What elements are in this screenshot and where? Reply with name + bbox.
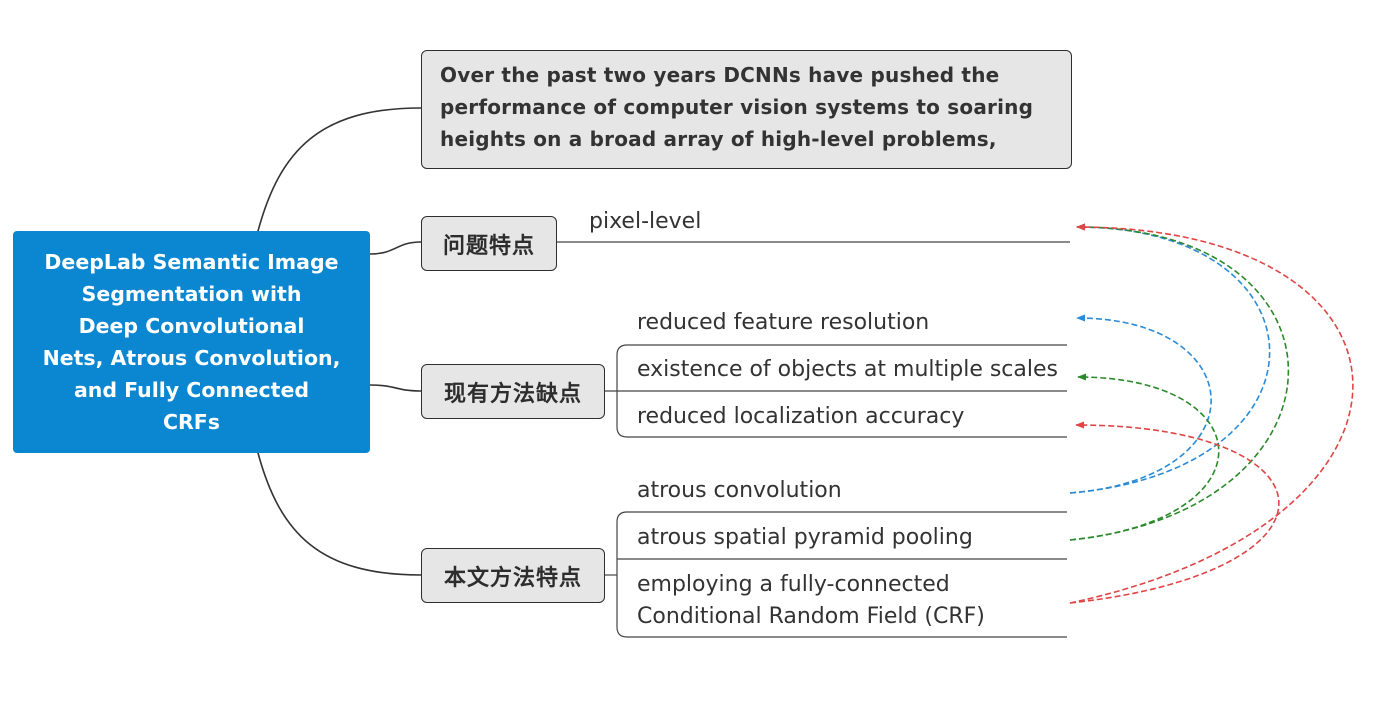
intro-topic[interactable]: Over the past two years DCNNs have pushe… [421,50,1072,169]
connector-central-to-branch-2 [257,452,422,576]
subtopic-text: Conditional Random Field (CRF) [637,604,985,629]
relationship-crf-to-localization-accuracy [1069,421,1280,604]
branch-topic-existing-method-drawbacks[interactable]: 现有方法缺点 [421,364,605,419]
central-topic-line: Deep Convolutional [78,314,305,338]
connector-central-to-branch-1 [369,384,422,392]
branch-topic-paper-method-features[interactable]: 本文方法特点 [421,548,605,603]
branch-topic-label: 本文方法特点 [443,565,582,591]
connector-central-to-branch-0 [369,241,422,255]
central-topic-line: DeepLab Semantic Image [44,250,339,274]
subtopic-multiple-scales[interactable]: existence of objects at multiple scales [637,354,1058,386]
central-topic-line: Nets, Atrous Convolution, [42,346,341,370]
intro-topic-line: Over the past two years DCNNs have pushe… [440,63,1000,87]
central-topic-line: Segmentation with [81,282,302,306]
relationship-aspp-to-pixel-level [1069,223,1290,541]
subtopic-fully-connected-crf[interactable]: employing a fully-connected Conditional … [637,569,985,633]
subtopic-text: pixel-level [589,209,702,234]
subtopic-text: existence of objects at multiple scales [637,357,1058,382]
subtopic-reduced-localization-accuracy[interactable]: reduced localization accuracy [637,401,964,433]
subtopic-atrous-convolution[interactable]: atrous convolution [637,475,842,507]
subtopic-text: reduced feature resolution [637,310,930,335]
subtopic-text: reduced localization accuracy [637,404,965,429]
subtopic-atrous-spatial-pyramid-pooling[interactable]: atrous spatial pyramid pooling [637,522,973,554]
central-topic[interactable]: DeepLab Semantic Image Segmentation with… [13,231,370,453]
branch-topic-label: 问题特点 [442,233,535,259]
central-topic-line: CRFs [162,410,221,434]
subtopic-text: employing a fully-connected [637,572,950,597]
relationship-crf-to-pixel-level [1069,223,1354,604]
central-topic-line: and Fully Connected [73,378,310,402]
branch-topic-problem-features[interactable]: 问题特点 [421,216,557,271]
intro-topic-line: heights on a broad array of high-level p… [440,127,997,151]
relationship-atrous-conv-to-pixel-level [1069,223,1271,494]
subtopic-reduced-feature-resolution[interactable]: reduced feature resolution [637,307,929,339]
subtopic-text: atrous convolution [637,478,842,503]
connector-central-to-intro [257,107,422,232]
branch-topic-label: 现有方法缺点 [443,381,582,407]
relationship-atrous-conv-to-feature-resolution [1069,314,1212,494]
subtopic-pixel-level[interactable]: pixel-level [589,206,701,238]
subtopic-text: atrous spatial pyramid pooling [637,525,973,550]
intro-topic-line: performance of computer vision systems t… [440,95,1034,119]
